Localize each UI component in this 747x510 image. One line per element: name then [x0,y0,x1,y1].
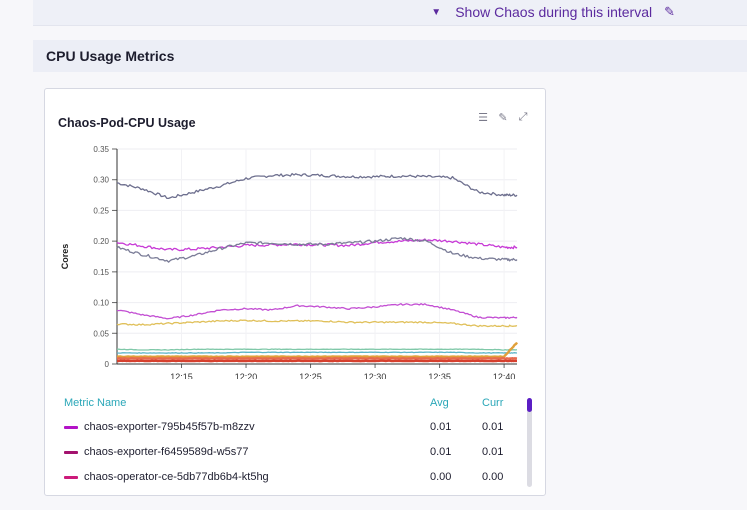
left-rail [0,0,33,510]
pencil-icon[interactable]: ✎ [664,4,675,20]
legend-swatch [64,476,78,479]
legend-row[interactable]: chaos-operator-ce-5db77db6b4-kt5hg 0.00 … [45,466,525,491]
legend-header-avg[interactable]: Avg [430,397,449,409]
legend-swatch [64,451,78,454]
series-line [116,356,518,360]
legend-header-name[interactable]: Metric Name [64,397,126,409]
x-tick-label: 12:40 [493,372,516,379]
series-line [116,351,518,354]
show-chaos-label[interactable]: Show Chaos during this interval [455,4,652,20]
legend-metric-name: chaos-exporter-795b45f57b-m8zzv [84,421,255,433]
legend-swatch [64,426,78,429]
cpu-usage-chart: 0 0.05 0.10 0.15 0.20 0.25 0.30 0.35 12:15 12:20 1… [60,145,519,379]
panel-title: Chaos-Pod-CPU Usage [58,116,196,130]
legend-row[interactable]: chaos-exporter-795b45f57b-m8zzv 0.01 0.0… [45,416,525,441]
panel-tools: ☰ ✎ ⤢ [477,111,529,124]
legend-curr: 0.00 [482,471,504,483]
y-tick-label: 0.10 [93,299,109,308]
legend-header-curr[interactable]: Curr [482,397,503,409]
x-tick-label: 12:30 [364,372,387,379]
y-tick-label: 0 [105,360,110,369]
series-line [116,303,518,320]
y-axis-label: Cores [60,244,70,270]
y-tick-label: 0.05 [93,329,109,338]
y-tick-label: 0.25 [93,206,109,215]
y-tick-label: 0.15 [93,268,109,277]
series-line [116,319,518,328]
legend-scrollbar-thumb[interactable] [527,398,532,412]
y-tick-label: 0.30 [93,176,109,185]
legend-metric-name: chaos-operator-ce-5db77db6b4-kt5hg [84,471,269,483]
legend-avg: 0.01 [430,421,452,433]
show-chaos-toggle[interactable]: ▼ Show Chaos during this interval ✎ [431,4,675,20]
x-tick-label: 12:25 [299,372,322,379]
legend-row[interactable]: chaos-exporter-f6459589d-w5s77 0.01 0.01 [45,441,525,466]
list-icon[interactable]: ☰ [477,111,489,124]
series-line [117,359,518,363]
legend-curr: 0.01 [482,446,504,458]
expand-icon[interactable]: ⤢ [517,111,529,124]
x-tick-label: 12:20 [235,372,258,379]
section-header: CPU Usage Metrics [33,40,747,72]
cpu-usage-panel: Chaos-Pod-CPU Usage ☰ ✎ ⤢ 0 0.05 0.10 0.15 0… [44,88,546,496]
pencil-icon[interactable]: ✎ [497,111,509,124]
legend-curr: 0.01 [482,421,504,433]
caret-down-icon[interactable]: ▼ [431,7,441,18]
section-title: CPU Usage Metrics [46,48,175,64]
chaos-interval-bar: ▼ Show Chaos during this interval ✎ [33,0,747,26]
series-line [116,172,518,200]
y-tick-label: 0.20 [93,237,109,246]
series-line [117,348,518,351]
legend-avg: 0.01 [430,446,452,458]
x-tick-label: 12:15 [170,372,193,379]
y-tick-label: 0.35 [93,145,109,154]
legend-avg: 0.00 [430,471,452,483]
x-tick-label: 12:35 [428,372,451,379]
legend-metric-name: chaos-exporter-f6459589d-w5s77 [84,446,249,458]
legend-scrollbar-track[interactable] [527,403,532,487]
